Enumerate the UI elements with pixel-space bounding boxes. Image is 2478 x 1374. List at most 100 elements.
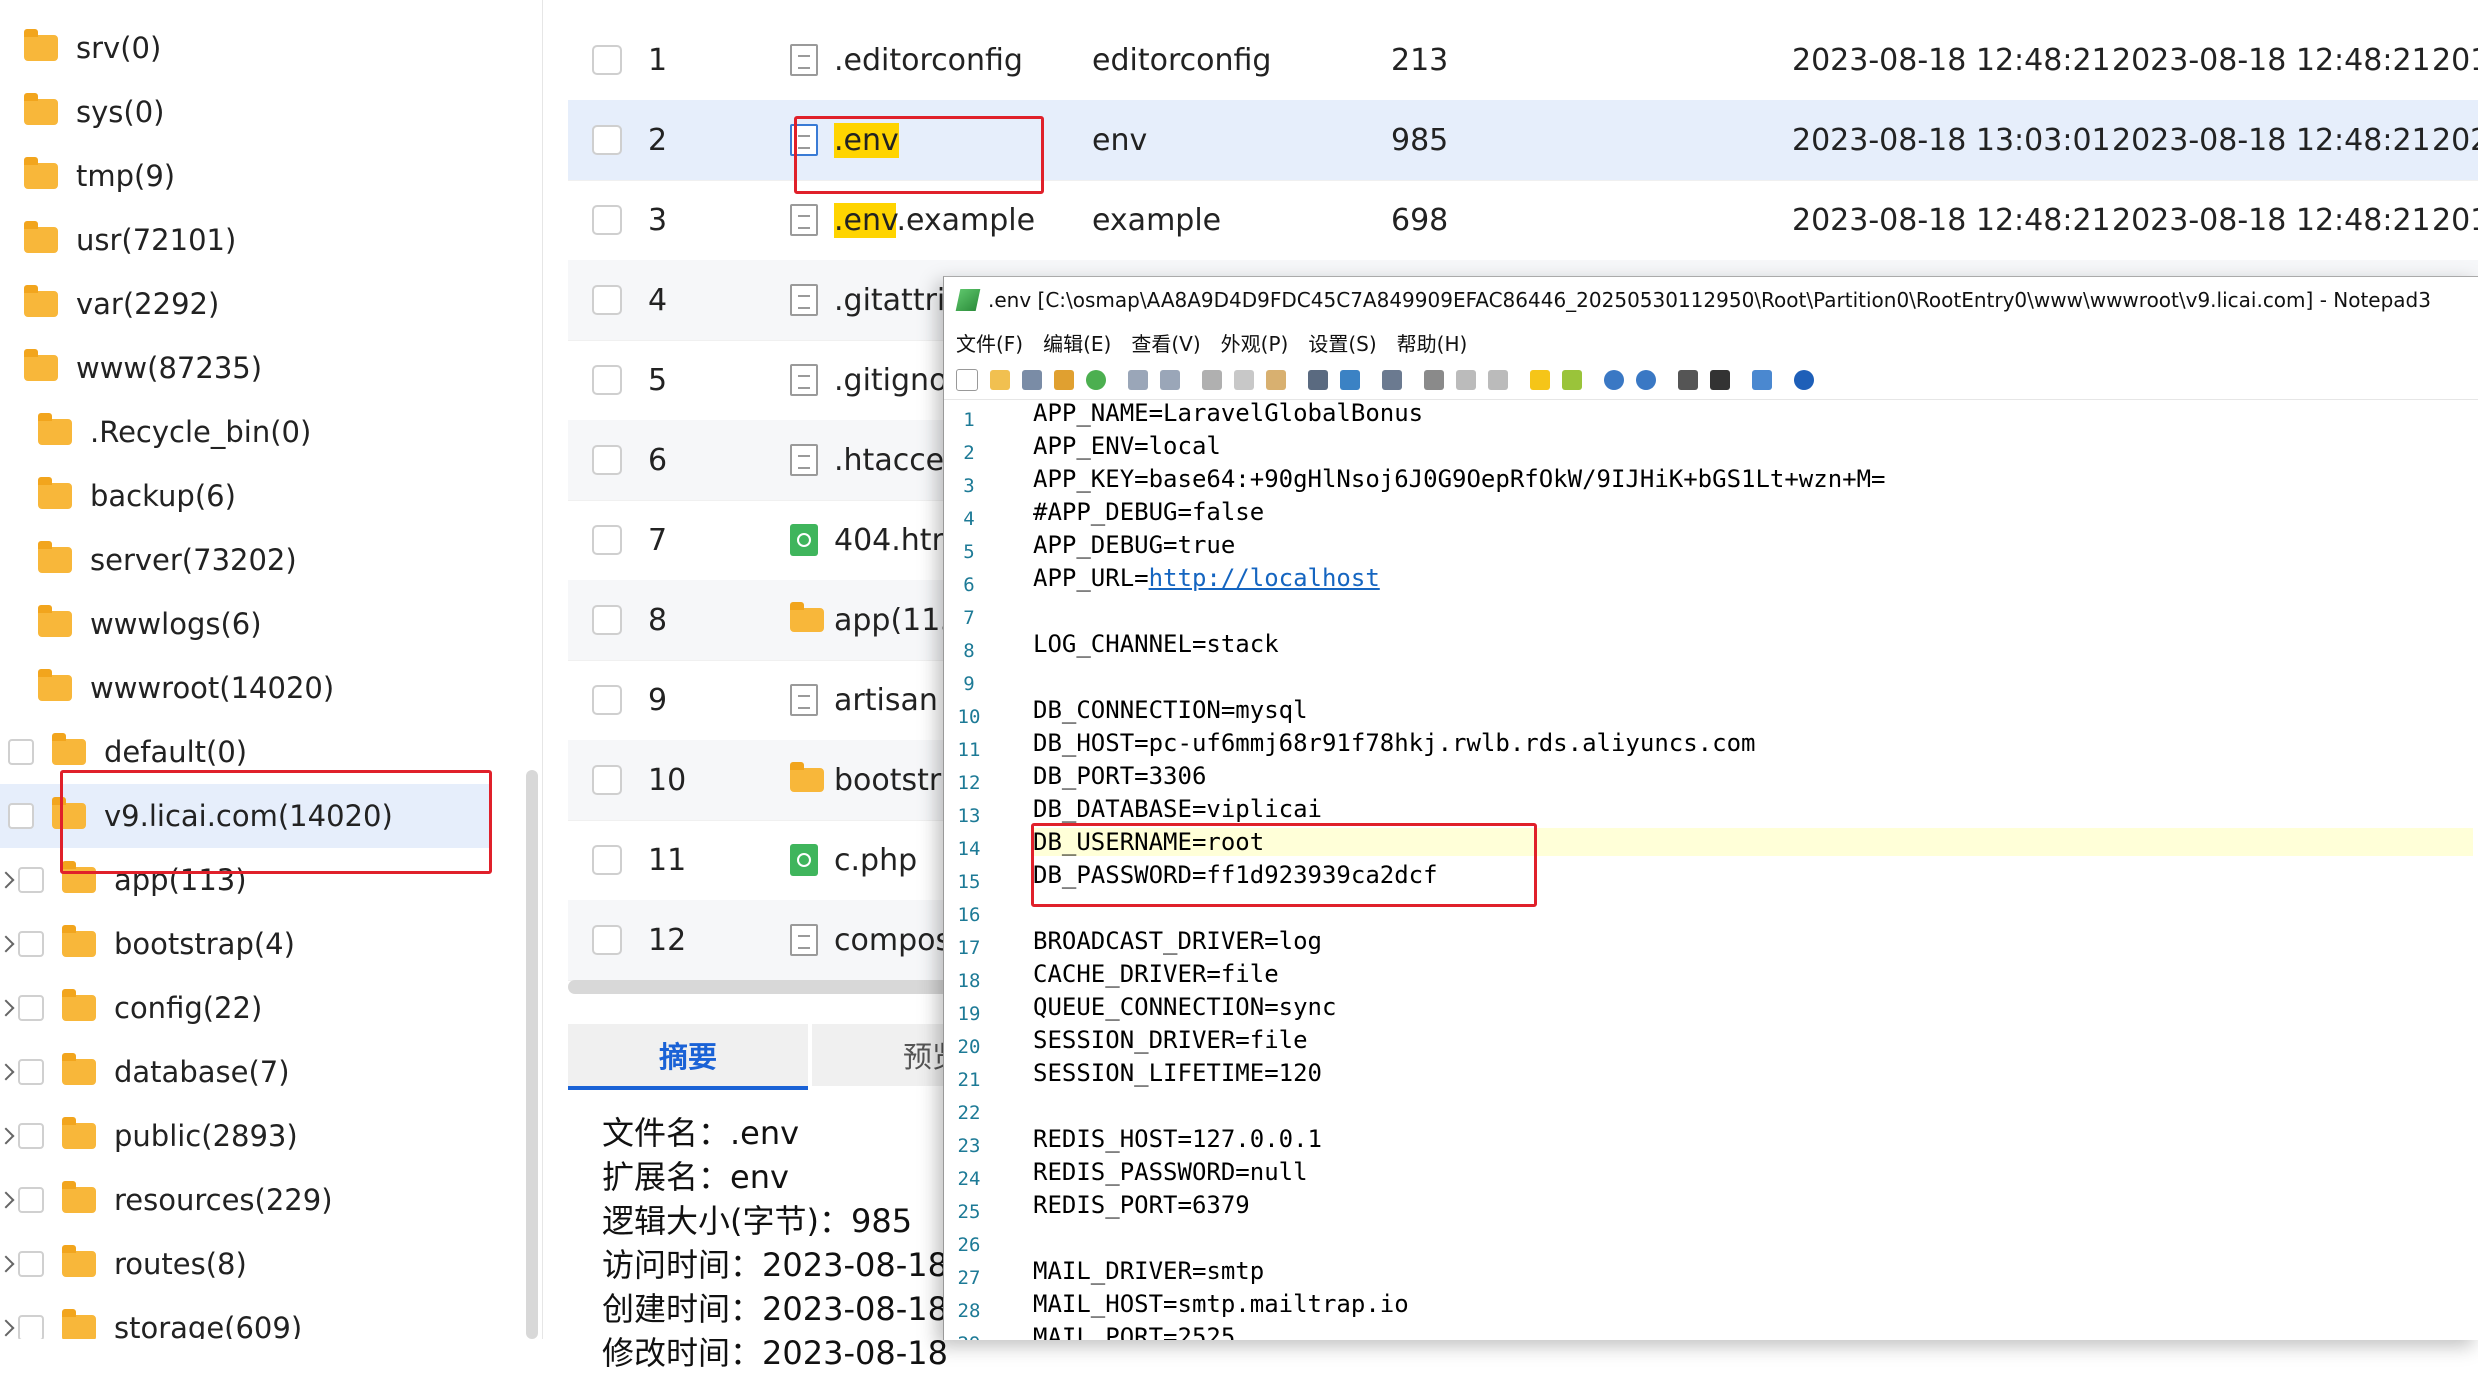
find-icon[interactable] [1308, 370, 1328, 390]
tree-checkbox[interactable] [18, 1123, 44, 1149]
tree-item[interactable]: server(73202) [0, 528, 297, 592]
tree-item[interactable]: www(87235) [0, 336, 262, 400]
cut-icon[interactable] [1202, 370, 1222, 390]
zoom-out-icon[interactable] [1636, 370, 1656, 390]
tree-item-label: bootstrap(4) [114, 927, 295, 961]
browse-icon[interactable] [1086, 370, 1106, 390]
tree-item[interactable]: tmp(9) [0, 144, 175, 208]
zoom-icon[interactable] [1488, 370, 1508, 390]
tree-item[interactable]: sys(0) [0, 80, 164, 144]
zoom-in-icon[interactable] [1604, 370, 1624, 390]
scheme-icon[interactable] [1678, 370, 1698, 390]
tree-checkbox[interactable] [18, 931, 44, 957]
favorites-icon[interactable] [1562, 370, 1582, 390]
url-link[interactable]: http://localhost [1149, 564, 1380, 592]
tree-checkbox[interactable] [18, 1059, 44, 1085]
tree-item[interactable]: srv(0) [0, 16, 161, 80]
customize-icon[interactable] [1710, 370, 1730, 390]
chevron-right-icon[interactable] [0, 1255, 15, 1273]
tree-checkbox[interactable] [18, 867, 44, 893]
tree-item[interactable]: database(7) [0, 1040, 290, 1104]
menu-appearance[interactable]: 外观(P) [1221, 328, 1289, 357]
tree-item[interactable]: storage(609) [0, 1296, 302, 1339]
row-checkbox[interactable] [592, 125, 622, 155]
row-checkbox[interactable] [592, 285, 622, 315]
copy-icon[interactable] [1234, 370, 1254, 390]
paste-icon[interactable] [1266, 370, 1286, 390]
print-icon[interactable] [1424, 370, 1444, 390]
file-name: compos [834, 922, 952, 958]
row-checkbox[interactable] [592, 685, 622, 715]
menu-help[interactable]: 帮助(H) [1397, 328, 1468, 357]
tree-checkbox[interactable] [18, 1251, 44, 1277]
line-number: 20 [957, 1036, 981, 1058]
new-file-icon[interactable] [956, 369, 978, 391]
folder-icon [62, 1309, 96, 1339]
chevron-right-icon[interactable] [0, 871, 15, 889]
tree-item[interactable]: public(2893) [0, 1104, 298, 1168]
file-time: 2023-08-18 12:48:21 [2112, 202, 2431, 238]
tree-item[interactable]: bootstrap(4) [0, 912, 295, 976]
code-line: REDIS_PASSWORD=null [1033, 1158, 1308, 1186]
goto-icon[interactable] [1382, 370, 1402, 390]
menu-settings[interactable]: 设置(S) [1308, 328, 1376, 357]
chevron-right-icon[interactable] [0, 1127, 15, 1145]
line-number: 5 [963, 541, 975, 563]
settings-icon[interactable] [1752, 370, 1772, 390]
tree-item[interactable]: config(22) [0, 976, 262, 1040]
tree-item[interactable]: var(2292) [0, 272, 219, 336]
chevron-right-icon[interactable] [0, 999, 15, 1017]
file-size: 213 [1391, 42, 1449, 78]
row-checkbox[interactable] [592, 365, 622, 395]
replace-icon[interactable] [1340, 370, 1360, 390]
row-checkbox[interactable] [592, 445, 622, 475]
tree-item[interactable]: wwwlogs(6) [0, 592, 262, 656]
tree-item[interactable]: routes(8) [0, 1232, 247, 1296]
window-titlebar[interactable]: .env [C:\osmap\AA8A9D4D9FDC45C7A849909EF… [944, 277, 2478, 323]
save-as-icon[interactable] [1054, 370, 1074, 390]
chevron-right-icon[interactable] [0, 935, 15, 953]
file-name: c.php [834, 842, 918, 878]
tab-summary[interactable]: 摘要 [568, 1024, 808, 1090]
save-icon[interactable] [1022, 370, 1042, 390]
row-checkbox[interactable] [592, 45, 622, 75]
row-checkbox[interactable] [592, 765, 622, 795]
close-icon[interactable] [1794, 370, 1814, 390]
folder-icon [24, 157, 58, 189]
menu-bar: 文件(F) 编辑(E) 查看(V) 外观(P) 设置(S) 帮助(H) [944, 323, 2478, 361]
tree-scrollbar[interactable] [526, 770, 538, 1339]
chevron-right-icon[interactable] [0, 1063, 15, 1081]
row-checkbox[interactable] [592, 845, 622, 875]
redo-icon[interactable] [1160, 370, 1180, 390]
undo-icon[interactable] [1128, 370, 1148, 390]
tree-checkbox[interactable] [8, 803, 34, 829]
tree-item[interactable]: resources(229) [0, 1168, 333, 1232]
tree-item[interactable]: .Recycle_bin(0) [0, 400, 311, 464]
wordwrap-icon[interactable] [1456, 370, 1476, 390]
table-row[interactable]: 1 .editorconfig editorconfig 213 2023-08… [568, 20, 2478, 101]
file-list-scrollbar[interactable] [568, 980, 968, 994]
menu-view[interactable]: 查看(V) [1131, 328, 1200, 357]
editor[interactable]: 1 APP_NAME=LaravelGlobalBonus 2 APP_ENV=… [944, 399, 2478, 1340]
file-icon [790, 284, 818, 316]
tree-item-label: .Recycle_bin(0) [90, 415, 312, 449]
row-checkbox[interactable] [592, 205, 622, 235]
tree-checkbox[interactable] [18, 1315, 44, 1339]
tree-checkbox[interactable] [18, 1187, 44, 1213]
row-index: 11 [648, 842, 687, 878]
tree-checkbox[interactable] [8, 739, 34, 765]
tree-item-label: default(0) [104, 735, 248, 769]
menu-file[interactable]: 文件(F) [956, 328, 1023, 357]
star-icon[interactable] [1530, 370, 1550, 390]
row-checkbox[interactable] [592, 525, 622, 555]
chevron-right-icon[interactable] [0, 1191, 15, 1209]
chevron-right-icon[interactable] [0, 1319, 15, 1337]
tree-item[interactable]: backup(6) [0, 464, 236, 528]
row-checkbox[interactable] [592, 605, 622, 635]
tree-item[interactable]: usr(72101) [0, 208, 236, 272]
tree-checkbox[interactable] [18, 995, 44, 1021]
tree-item[interactable]: wwwroot(14020) [0, 656, 334, 720]
row-checkbox[interactable] [592, 925, 622, 955]
menu-edit[interactable]: 编辑(E) [1043, 328, 1111, 357]
open-folder-icon[interactable] [990, 370, 1010, 390]
